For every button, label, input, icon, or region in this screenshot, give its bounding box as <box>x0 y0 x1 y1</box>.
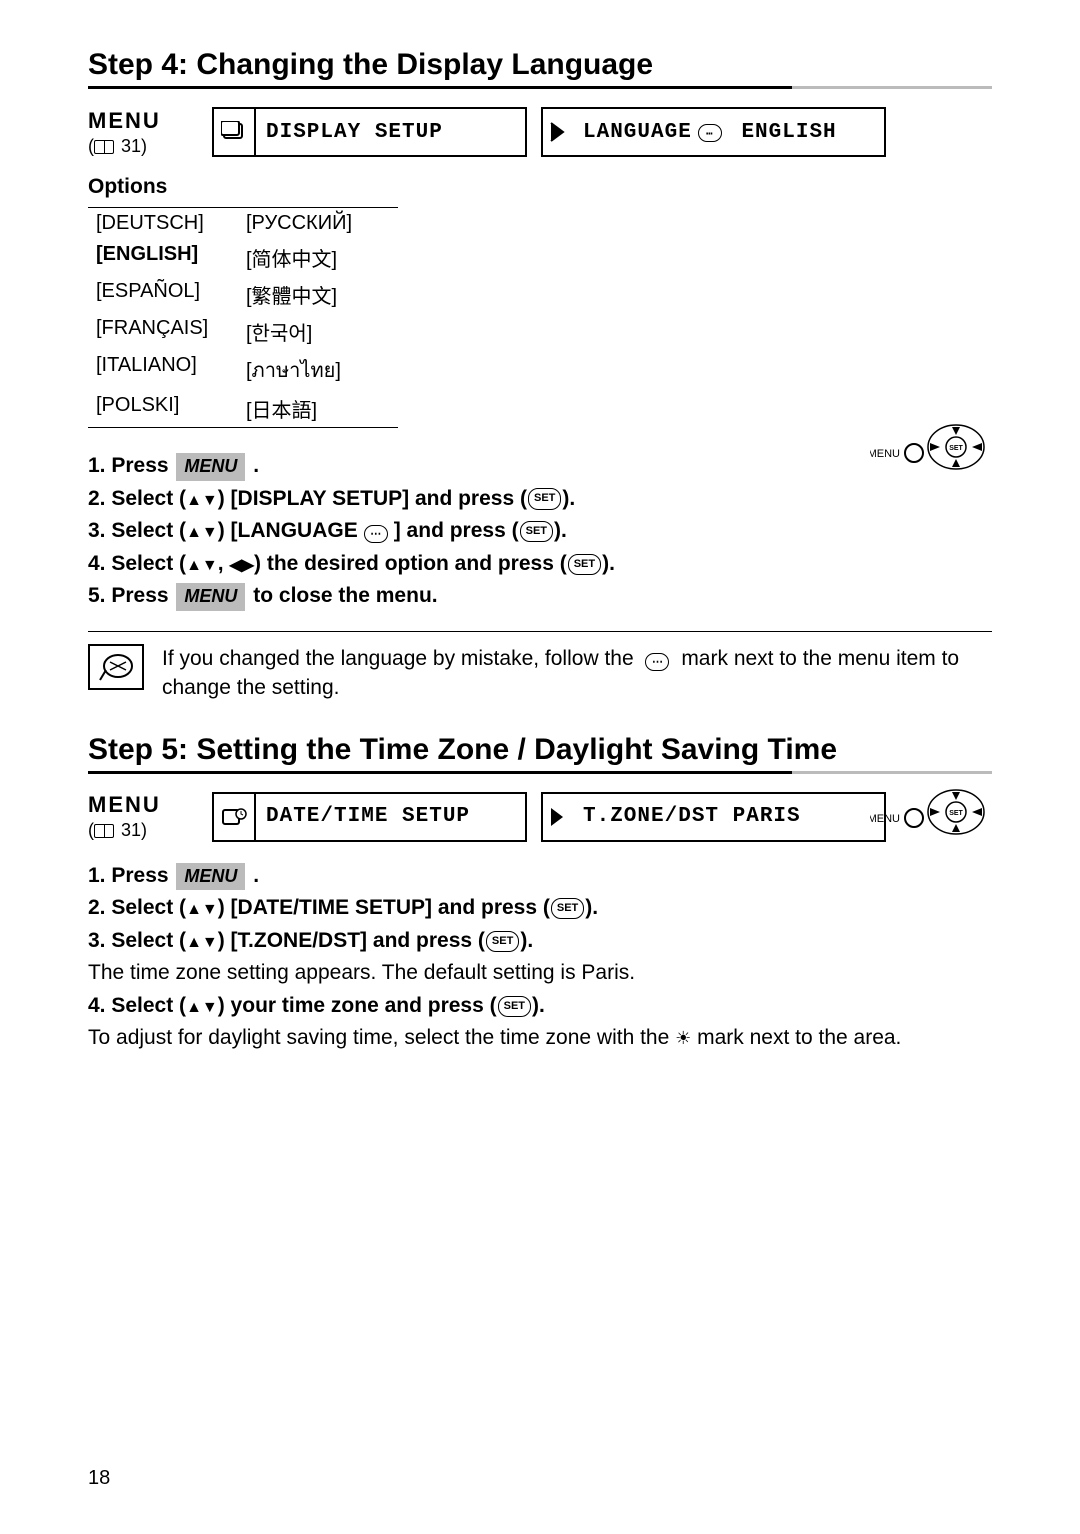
step5-instructions: 1. Press MENU . 2. Select (▲▼) [DATE/TIM… <box>88 860 992 1055</box>
svg-text:MENU: MENU <box>870 448 900 460</box>
leftright-icon: ◀▶ <box>229 557 254 574</box>
set-icon: SET <box>498 996 531 1017</box>
menu-box-timezone: T.ZONE/DST PARIS <box>541 792 886 842</box>
instruction-line: 1. Press MENU . <box>88 860 992 893</box>
box2-text: T.ZONE/DST PARIS <box>573 805 811 828</box>
set-icon: SET <box>486 931 519 952</box>
page-number: 18 <box>88 1467 110 1490</box>
opt-cell: [РУССКИЙ] <box>238 208 398 239</box>
set-icon: SET <box>551 898 584 919</box>
instruction-line: 3. Select (▲▼) [LANGUAGE⋯] and press (SE… <box>88 515 992 548</box>
screen-icon <box>214 109 256 155</box>
step4-title: Step 4: Changing the Display Language <box>88 48 992 89</box>
opt-cell: [ESPAÑOL] <box>88 276 238 313</box>
instruction-line: 4. Select (▲▼) your time zone and press … <box>88 990 992 1023</box>
opt-cell: [ภาษาไทย] <box>238 350 398 390</box>
set-icon: SET <box>520 521 553 542</box>
lang-oval-icon: ⋯ <box>698 124 722 142</box>
instruction-line: 2. Select (▲▼) [DATE/TIME SETUP] and pre… <box>88 892 992 925</box>
updown-icon: ▲▼ <box>186 524 218 541</box>
lang-oval-icon: ⋯ <box>364 525 388 543</box>
options-table: [DEUTSCH][РУССКИЙ] [ENGLISH][简体中文] [ESPA… <box>88 207 398 428</box>
book-icon <box>94 824 114 838</box>
opt-cell: [POLSKI] <box>88 390 238 427</box>
sun-icon: ☀ <box>675 1025 691 1053</box>
set-icon: SET <box>568 554 601 575</box>
book-icon <box>94 140 114 154</box>
step4-instructions: 1. Press MENU . 2. Select (▲▼) [DISPLAY … <box>88 450 992 613</box>
opt-cell: [FRANÇAIS] <box>88 313 238 350</box>
menu-page-ref: ( 31) <box>88 136 198 157</box>
instruction-line: 1. Press MENU . <box>88 450 992 483</box>
opt-cell: [ENGLISH] <box>88 239 238 276</box>
box2-text: LANGUAGE⋯ ENGLISH <box>573 121 847 144</box>
menu-label-block: MENU ( 31) <box>88 108 198 157</box>
menu-box-datetime: DATE/TIME SETUP <box>212 792 527 842</box>
note-box: If you changed the language by mistake, … <box>88 631 992 703</box>
menu-label-block: MENU ( 31) <box>88 792 198 841</box>
set-icon: SET <box>528 488 561 509</box>
menu-pill: MENU <box>176 453 245 481</box>
lang-oval-icon: ⋯ <box>645 653 669 671</box>
updown-icon: ▲▼ <box>186 901 218 918</box>
instruction-note: To adjust for daylight saving time, sele… <box>88 1022 992 1055</box>
svg-text:SET: SET <box>949 445 963 452</box>
opt-cell: [한국어] <box>238 313 398 350</box>
step5-title: Step 5: Setting the Time Zone / Daylight… <box>88 733 992 774</box>
instruction-line: 3. Select (▲▼) [T.ZONE/DST] and press (S… <box>88 925 992 958</box>
opt-cell: [简体中文] <box>238 239 398 276</box>
opt-cell: [繁體中文] <box>238 276 398 313</box>
menu-pill: MENU <box>176 863 245 891</box>
box1-text: DATE/TIME SETUP <box>256 805 480 828</box>
menu-label: MENU <box>88 792 198 818</box>
updown-icon: ▲▼ <box>186 934 218 951</box>
note-icon <box>88 644 144 690</box>
updown-icon: ▲▼ <box>186 557 218 574</box>
opt-cell: [日本語] <box>238 390 398 427</box>
controller-diagram: MENU SET <box>870 415 990 485</box>
menu-pill: MENU <box>176 583 245 611</box>
arrow-icon <box>543 794 573 840</box>
opt-cell: [DEUTSCH] <box>88 208 238 239</box>
updown-icon: ▲▼ <box>186 999 218 1016</box>
svg-text:SET: SET <box>949 810 963 817</box>
menu-box-language: LANGUAGE⋯ ENGLISH <box>541 107 886 157</box>
updown-icon: ▲▼ <box>186 492 218 509</box>
note-text: If you changed the language by mistake, … <box>162 644 992 703</box>
menu-box-display-setup: DISPLAY SETUP <box>212 107 527 157</box>
instruction-note: The time zone setting appears. The defau… <box>88 957 992 990</box>
menu-page-ref: ( 31) <box>88 820 198 841</box>
options-label: Options <box>88 175 992 199</box>
svg-text:MENU: MENU <box>870 813 900 825</box>
box1-text: DISPLAY SETUP <box>256 121 453 144</box>
step4-menu-row: MENU ( 31) DISPLAY SETUP LANGUAGE⋯ ENGLI… <box>88 107 992 157</box>
instruction-line: 5. Press MENU to close the menu. <box>88 580 992 613</box>
opt-cell: [ITALIANO] <box>88 350 238 390</box>
arrow-icon <box>543 109 573 155</box>
clock-icon <box>214 794 256 840</box>
menu-label: MENU <box>88 108 198 134</box>
controller-diagram: MENU SET <box>870 780 990 850</box>
step5-menu-row: MENU ( 31) DATE/TIME SETUP T.ZONE/DST PA… <box>88 792 992 842</box>
instruction-line: 4. Select (▲▼, ◀▶) the desired option an… <box>88 548 992 581</box>
instruction-line: 2. Select (▲▼) [DISPLAY SETUP] and press… <box>88 483 992 516</box>
